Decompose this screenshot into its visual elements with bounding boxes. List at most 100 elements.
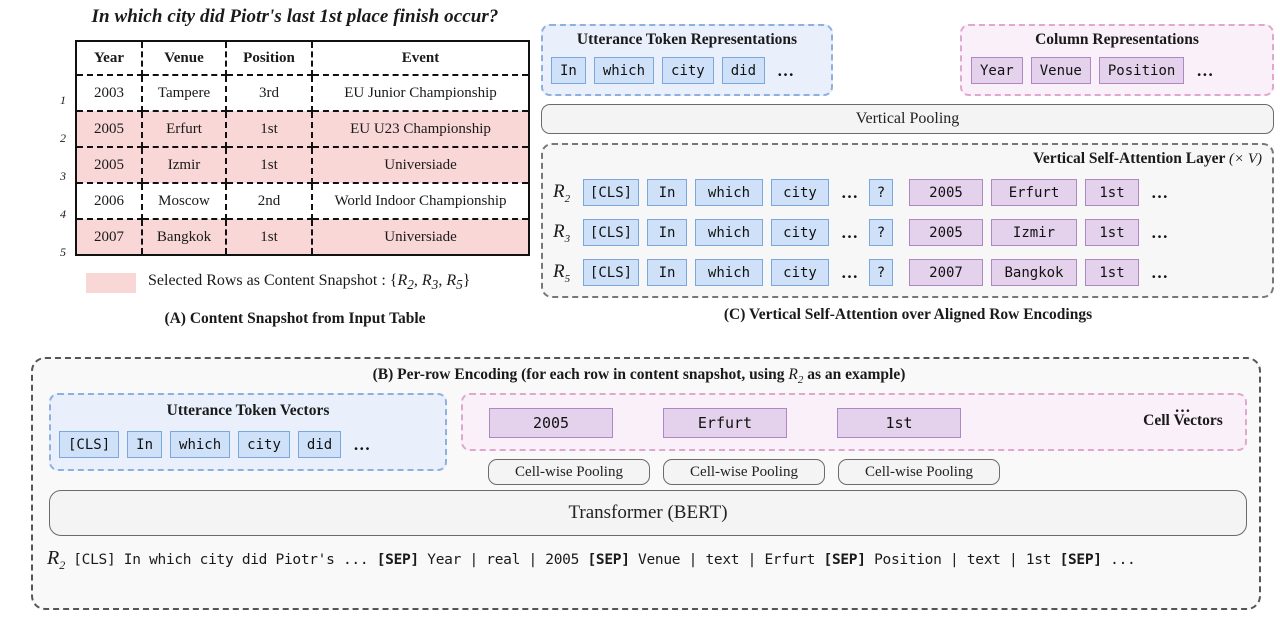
- vsa-token-qmark-3: ?: [869, 219, 893, 246]
- cell-vectors-ellipsis: …: [1174, 399, 1192, 416]
- utterance-token-2: city: [662, 57, 714, 84]
- vsa-token-5-0: [CLS]: [583, 259, 639, 286]
- table-row-label-2: 2: [60, 131, 66, 145]
- sequence-part-7: [SEP]: [1059, 552, 1102, 568]
- sequence-part-6: Position | text | 1st: [865, 552, 1060, 568]
- table-row-labels: 1 2 3 4 5: [16, 74, 66, 264]
- column-token-ellipsis: …: [1196, 60, 1215, 80]
- table-row-label-5: 5: [60, 245, 66, 259]
- vsa-token-2-2: which: [695, 179, 763, 206]
- utterance-token-ellipsis: …: [777, 60, 796, 80]
- cell-wise-pooling-box-1: Cell-wise Pooling: [488, 459, 650, 485]
- vsa-token-3-1: In: [647, 219, 687, 246]
- caption-b: (B) Per-row Encoding (for each row in co…: [372, 366, 906, 387]
- sequence-part-5: [SEP]: [823, 552, 866, 568]
- column-representations-title: Column Representations: [1035, 31, 1199, 48]
- utterance-token-vectors-box: Utterance Token Vectors [CLS] In which city…: [49, 393, 447, 471]
- vsa-row-label-5: R5: [553, 260, 571, 285]
- vsa-cell-3-1: Izmir: [991, 219, 1077, 246]
- vsa-token-2-0: [CLS]: [583, 179, 639, 206]
- cell-vector-2: 1st: [837, 408, 961, 438]
- column-token-list: Year Venue Position…: [971, 57, 1218, 84]
- table-cell: Moscow: [142, 183, 227, 220]
- panel-a-content-snapshot: In which city did Piotr's last 1st place…: [0, 0, 540, 330]
- question-text: In which city did Piotr's last 1st place…: [91, 6, 499, 27]
- column-representations-box: Column Representations Year Venue Position…: [960, 24, 1274, 96]
- panel-c-vertical-self-attention: Utterance Token Representations In which c…: [536, 0, 1280, 340]
- vsa-end-ellipsis-5: …: [1151, 262, 1169, 282]
- cell-vector-1: Erfurt: [663, 408, 787, 438]
- cell-wise-pooling-box-3: Cell-wise Pooling: [838, 459, 1000, 485]
- column-header-venue: Venue: [142, 41, 227, 76]
- utterance-vector-1: In: [127, 431, 163, 458]
- vsa-cell-2-2: 1st: [1085, 179, 1139, 206]
- column-token-0: Year: [971, 57, 1023, 84]
- vsa-mid-ellipsis-3: …: [841, 222, 859, 242]
- vsa-token-qmark-2: ?: [869, 179, 893, 206]
- panel-b-per-row-encoding: (B) Per-row Encoding (for each row in co…: [31, 357, 1261, 610]
- cell-vector-0: 2005: [489, 408, 613, 438]
- column-header-position: Position: [226, 41, 313, 76]
- caption-b-row-var: R2: [788, 366, 804, 387]
- vsa-cell-2-1: Erfurt: [991, 179, 1077, 206]
- column-token-1: Venue: [1030, 57, 1091, 84]
- table-cell: Bangkok: [142, 219, 227, 255]
- vsa-cell-5-0: 2007: [909, 259, 983, 286]
- table-cell: 1st: [226, 147, 313, 184]
- transformer-bert-box: Transformer (BERT): [49, 490, 1247, 536]
- utterance-token-vector-list: [CLS] In which city did…: [59, 431, 375, 458]
- column-header-year: Year: [76, 41, 143, 76]
- table-cell: Izmir: [142, 147, 227, 184]
- vsa-token-3-0: [CLS]: [583, 219, 639, 246]
- vsa-token-3-2: which: [695, 219, 763, 246]
- vsa-mid-ellipsis-2: …: [841, 182, 859, 202]
- vsa-row-2: R2 [CLS] In which city…? 2005 Erfurt 1st…: [553, 179, 1173, 206]
- vsa-cell-3-2: 1st: [1085, 219, 1139, 246]
- caption-c: (C) Vertical Self-Attention over Aligned…: [723, 306, 1093, 323]
- input-sequence-row-label: R2: [47, 547, 66, 572]
- utterance-token-representations-box: Utterance Token Representations In which c…: [541, 24, 833, 96]
- table-cell: Tampere: [142, 75, 227, 112]
- table-cell: Universiade: [312, 219, 529, 255]
- table-row: 2005 Izmir 1st Universiade: [76, 147, 529, 184]
- caption-a: (A) Content Snapshot from Input Table: [164, 310, 426, 327]
- utterance-vector-0: [CLS]: [59, 431, 120, 458]
- utterance-token-vectors-title: Utterance Token Vectors: [166, 402, 330, 419]
- vsa-cell-3-0: 2005: [909, 219, 983, 246]
- table-row: 2005 Erfurt 1st EU U23 Championship: [76, 111, 529, 148]
- utterance-token-list: In which city did…: [551, 57, 799, 84]
- vsa-token-2-1: In: [647, 179, 687, 206]
- table-row: 2007 Bangkok 1st Universiade: [76, 219, 529, 255]
- sequence-part-8: ...: [1101, 552, 1136, 568]
- table-cell: EU Junior Championship: [312, 75, 529, 112]
- table-cell: 2005: [76, 147, 143, 184]
- vsa-row-5: R5 [CLS] In which city…? 2007 Bangkok 1st…: [553, 259, 1173, 286]
- vsa-token-qmark-5: ?: [869, 259, 893, 286]
- utterance-vector-4: did: [297, 431, 342, 458]
- sequence-part-0: [CLS] In which city did Piotr's ...: [73, 552, 377, 568]
- table-cell: 2006: [76, 183, 143, 220]
- vsa-row-3: R3 [CLS] In which city…? 2005 Izmir 1st…: [553, 219, 1173, 246]
- sequence-part-1: [SEP]: [376, 552, 419, 568]
- vsa-row-label-2: R2: [553, 180, 571, 205]
- vertical-self-attention-layer-box: Vertical Self-Attention Layer (× V) R2 [C…: [541, 143, 1274, 298]
- table-row-label-4: 4: [60, 207, 66, 221]
- table-cell: World Indoor Championship: [312, 183, 529, 220]
- table-cell: EU U23 Championship: [312, 111, 529, 148]
- vsa-cell-5-1: Bangkok: [991, 259, 1077, 286]
- vertical-self-attention-layer-title: Vertical Self-Attention Layer (× V): [1033, 150, 1262, 167]
- vsa-token-5-2: which: [695, 259, 763, 286]
- table-cell: 2003: [76, 75, 143, 112]
- table-cell: 3rd: [226, 75, 313, 112]
- table-header-row: Year Venue Position Event: [76, 41, 529, 76]
- vsa-cell-2-0: 2005: [909, 179, 983, 206]
- cell-vector-wrap-1: Erfurt: [663, 408, 787, 438]
- utterance-token-representations-title: Utterance Token Representations: [576, 31, 798, 48]
- table-row: 2006 Moscow 2nd World Indoor Championship: [76, 183, 529, 220]
- table-row: 2003 Tampere 3rd EU Junior Championship: [76, 75, 529, 112]
- vsa-multiplier: (× V): [1228, 151, 1262, 167]
- vertical-pooling-box: Vertical Pooling: [541, 104, 1274, 134]
- table-cell: 2nd: [226, 183, 313, 220]
- input-sequence: R2 [CLS] In which city did Piotr's ... […: [47, 547, 1249, 573]
- legend: Selected Rows as Content Snapshot : {R2,…: [86, 272, 536, 293]
